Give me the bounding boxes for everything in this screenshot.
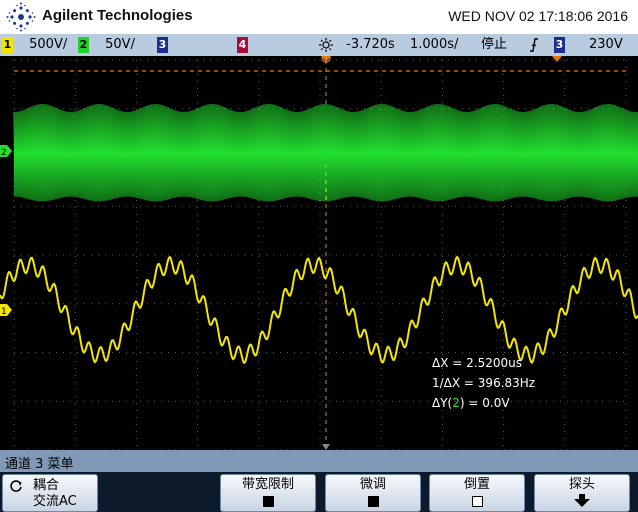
trigger-source-group[interactable]: 3 [554,36,565,54]
ch2-scale-group[interactable]: 2 50V/ [78,36,135,54]
probe-label: 探头 [568,477,595,492]
cursor-readout: ΔX = 2.5200us 1/ΔX = 396.83Hz ΔY(2) = 0.… [432,353,535,413]
ch3-indicator: 3 [157,36,168,53]
ch2-ground-marker-label: 2 [1,148,7,158]
oscilloscope-screen: Agilent Technologies WED NOV 02 17:18:06… [0,0,638,512]
brand-name: Agilent Technologies [42,7,193,24]
bw-limit-checkbox[interactable] [262,496,274,507]
status-bar: 1 500V/ 2 50V/ 3 4 -3.720s 1.000s/ 停止 3 … [0,34,638,56]
ch4-scale-group[interactable]: 4 [237,36,248,54]
agilent-spark-logo-icon [6,2,36,32]
inverse-delta-x-readout: 1/ΔX = 396.83Hz [432,376,536,390]
ch1-scale-group[interactable]: 1 500V/ [2,36,67,54]
fine-checkbox[interactable] [367,496,379,507]
menu-title-bar: 通道 3 菜单 [0,450,638,472]
waveform-display[interactable]: 2 1 ΔX = 2.5200us 1/ΔX = 396.83Hz ΔY(2) … [0,56,638,450]
trigger-level-marker-icon [552,56,562,62]
ch1-waveform [0,255,638,364]
bw-limit-softkey[interactable]: 带宽限制 [220,474,316,512]
ch1-ground-marker-label: 1 [1,307,7,317]
run-state[interactable]: 停止 [481,36,507,54]
fine-label: 微调 [359,477,386,492]
delta-x-readout: ΔX = 2.5200us [432,356,522,370]
ch2-indicator: 2 [78,36,89,53]
softkey-bar: 耦合 交流AC 带宽限制 微调 倒置 探头 [0,472,638,512]
bw-limit-label: 带宽限制 [241,477,294,492]
ch2-scale: 50V/ [105,37,135,52]
coupling-value: 交流AC [33,494,77,509]
ch1-indicator: 1 [2,36,13,53]
ch1-ground-marker-icon: 1 [0,304,12,317]
title-bar: Agilent Technologies WED NOV 02 17:18:06… [0,0,638,34]
delay-value: -3.720s [346,37,395,52]
ch1-scale: 500V/ [29,37,68,52]
ch4-indicator: 4 [237,36,248,53]
invert-softkey[interactable]: 倒置 [429,474,525,512]
fine-softkey[interactable]: 微调 [325,474,421,512]
rotate-knob-icon [10,480,22,492]
menu-title: 通道 3 菜单 [5,457,74,472]
graticule: 2 1 [0,56,638,450]
horizontal-position-icon [319,37,333,52]
delta-y-readout: ΔY(2) = 0.0V [432,396,510,410]
coupling-softkey[interactable]: 耦合 交流AC [2,474,98,512]
ch2-waveform [13,103,638,202]
trigger-edge-icon [528,36,540,54]
coupling-label: 耦合 [33,478,60,493]
trigger-source-indicator: 3 [554,36,565,53]
date-time: WED NOV 02 17:18:06 2016 [448,8,628,24]
invert-label: 倒置 [463,477,490,492]
invert-checkbox[interactable] [471,496,483,507]
submenu-down-arrow-icon [574,494,590,507]
trigger-level[interactable]: 230V [589,36,623,54]
delay-group[interactable]: -3.720s [318,36,395,54]
probe-softkey[interactable]: 探头 [534,474,630,512]
ch3-scale-group[interactable]: 3 [157,36,168,54]
timebase-value[interactable]: 1.000s/ [410,36,458,54]
ch2-ground-marker-icon: 2 [0,145,12,158]
